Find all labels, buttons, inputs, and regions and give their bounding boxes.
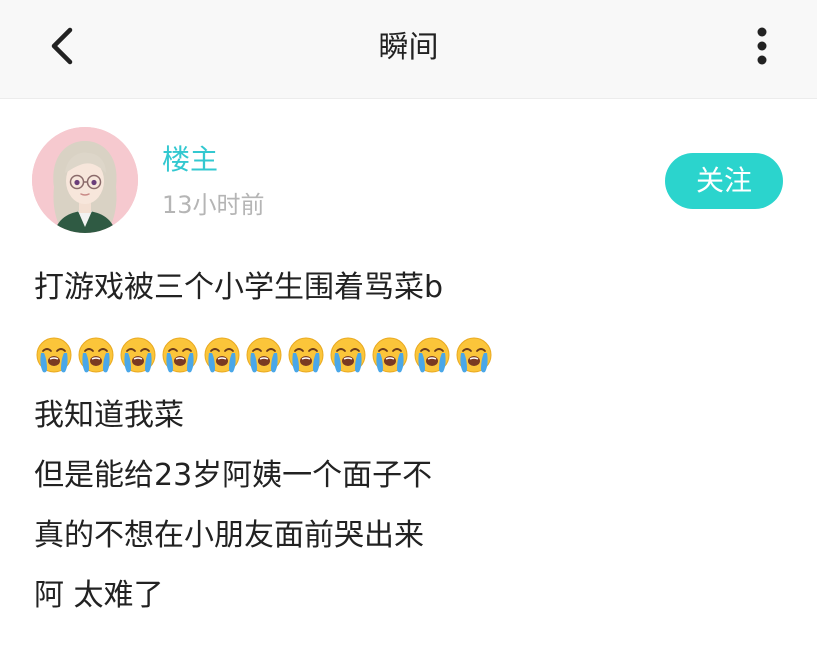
avatar[interactable] [32,127,138,233]
post-text-line: 真的不想在小朋友面前哭出来 [34,518,424,553]
follow-button[interactable]: 关注 [665,153,783,209]
vertical-ellipsis-icon [757,27,767,65]
loudly-crying-face-icon [120,337,156,373]
author-name[interactable]: 楼主 [162,140,218,180]
loudly-crying-face-icon [36,337,72,373]
page-title: 瞬间 [378,30,439,65]
loudly-crying-face-icon [78,337,114,373]
loudly-crying-face-icon [414,337,450,373]
emoji-row [34,324,794,386]
loudly-crying-face-icon [330,337,366,373]
post-content: 打游戏被三个小学生围着骂菜b 我知道我菜 但是能给23岁阿姨一个面子不 真的不想… [34,258,794,626]
post-text-line: 我知道我菜 [34,398,184,433]
loudly-crying-face-icon [456,337,492,373]
post-timestamp: 13小时前 [162,191,265,219]
loudly-crying-face-icon [288,337,324,373]
post-text-line: 阿 太难了 [34,578,164,613]
more-options-button[interactable] [742,26,782,70]
loudly-crying-face-icon [246,337,282,373]
post-text-line: 打游戏被三个小学生围着骂菜b [34,270,444,305]
loudly-crying-face-icon [372,337,408,373]
loudly-crying-face-icon [204,337,240,373]
top-nav-bar: 瞬间 [0,0,817,99]
loudly-crying-face-icon [162,337,198,373]
post-text-line: 但是能给23岁阿姨一个面子不 [34,458,433,493]
avatar-illustration [32,127,138,233]
